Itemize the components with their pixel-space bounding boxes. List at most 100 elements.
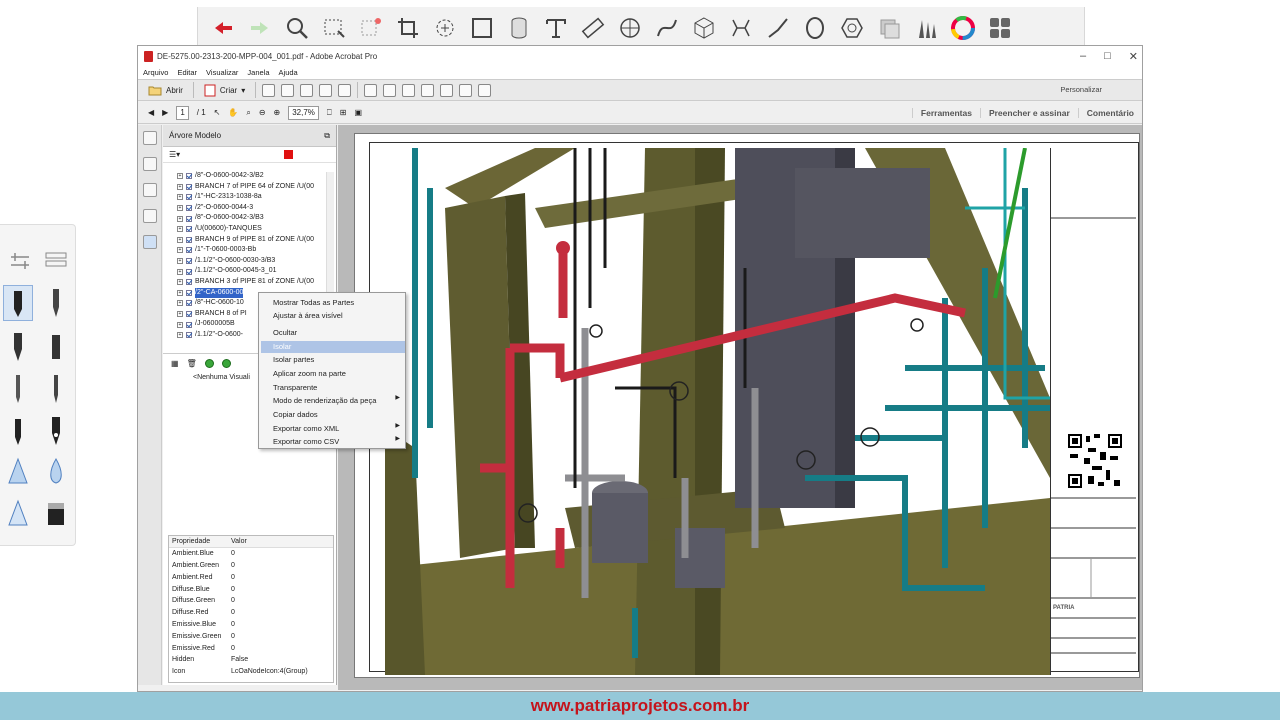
play-icon[interactable] xyxy=(204,358,214,368)
tree-item[interactable]: + /2"-O-0600-0044-3 xyxy=(177,203,327,214)
tree-scrollbar[interactable] xyxy=(326,172,334,292)
visibility-checkbox[interactable] xyxy=(186,173,192,180)
fit-page-icon[interactable]: ⎕ xyxy=(327,108,332,118)
page-number-input[interactable]: 1 xyxy=(176,105,189,120)
expand-icon[interactable]: + xyxy=(177,289,183,296)
attachment-icon[interactable] xyxy=(143,183,157,197)
property-row[interactable]: Emissive.Blue 0 xyxy=(169,619,333,631)
calligraphy-pen-icon[interactable] xyxy=(41,371,71,407)
tree-item[interactable]: + BRANCH 9 of PIPE 81 of ZONE /U(00 xyxy=(177,235,327,246)
search-icon[interactable] xyxy=(284,15,310,41)
zoom-tool-icon[interactable]: ⌕ xyxy=(246,108,250,118)
property-row[interactable]: Ambient.Green 0 xyxy=(169,560,333,572)
visibility-checkbox[interactable] xyxy=(186,183,192,190)
visibility-checkbox[interactable] xyxy=(186,268,192,275)
expand-icon[interactable]: + xyxy=(177,311,183,318)
visibility-checkbox[interactable] xyxy=(186,332,192,339)
context-menu-item[interactable]: Transparente xyxy=(273,381,403,394)
visibility-checkbox[interactable] xyxy=(186,258,192,265)
tree-item[interactable]: + /1"-T-0600-0003-Bb xyxy=(177,245,327,256)
add-view-icon[interactable]: ▦ xyxy=(171,359,179,368)
ruler-icon[interactable] xyxy=(580,15,606,41)
expand-icon[interactable]: + xyxy=(177,215,183,222)
undo-icon[interactable] xyxy=(210,15,236,41)
tree-item[interactable]: + /U(00600)-TANQUES xyxy=(177,224,327,235)
eraser-icon[interactable] xyxy=(876,15,902,41)
cube-icon[interactable] xyxy=(691,15,717,41)
compass-icon[interactable] xyxy=(617,15,643,41)
expand-icon[interactable]: + xyxy=(177,194,183,201)
sign-icon[interactable] xyxy=(459,83,473,97)
context-menu-item[interactable]: Isolar xyxy=(273,340,403,353)
3d-model-view[interactable] xyxy=(385,148,1050,675)
property-row[interactable]: Diffuse.Blue 0 xyxy=(169,583,333,595)
tree-item[interactable]: + /1.1/2"-O-0600-0030-3/B3 xyxy=(177,256,327,267)
brush-pen-icon[interactable] xyxy=(3,329,33,365)
share-icon[interactable] xyxy=(440,83,454,97)
pages-icon[interactable] xyxy=(143,131,157,145)
refresh-icon[interactable] xyxy=(221,358,231,368)
expand-icon[interactable]: + xyxy=(177,279,183,286)
fountain-pen-icon[interactable] xyxy=(41,413,71,449)
layers-icon[interactable] xyxy=(41,243,71,279)
edit-icon[interactable] xyxy=(319,83,333,97)
zoom-in-icon[interactable]: ⊕ xyxy=(274,108,281,117)
visibility-checkbox[interactable] xyxy=(186,247,192,254)
context-menu-item[interactable]: Isolar partes xyxy=(273,353,403,366)
menu-arquivo[interactable]: Arquivo xyxy=(143,68,168,77)
visibility-checkbox[interactable] xyxy=(186,215,192,222)
expand-icon[interactable]: + xyxy=(177,258,183,265)
upload-icon[interactable] xyxy=(281,83,295,97)
comment-link[interactable]: Comentário xyxy=(1077,108,1142,118)
expand-icon[interactable]: + xyxy=(177,268,183,275)
grid-icon[interactable] xyxy=(987,15,1013,41)
tree-options-icon[interactable]: ☰▾ xyxy=(169,150,180,159)
fill-sign-link[interactable]: Preencher e assinar xyxy=(979,108,1078,118)
context-menu-item[interactable]: Aplicar zoom na parte xyxy=(273,367,403,380)
document-area[interactable]: PATRIA xyxy=(338,125,1142,690)
tree-item[interactable]: + /8"-O-0600-0042-3/B2 xyxy=(177,171,327,182)
tree-item[interactable]: + /8"-O-0600-0042-3/B3 xyxy=(177,213,327,224)
print-icon[interactable] xyxy=(300,83,314,97)
signature-icon[interactable] xyxy=(143,209,157,223)
ballpoint-pen-icon[interactable] xyxy=(3,285,33,321)
expand-icon[interactable]: + xyxy=(177,205,183,212)
visibility-checkbox[interactable] xyxy=(186,311,192,318)
minimize-button[interactable]: – xyxy=(1080,50,1086,62)
tree-item[interactable]: + BRANCH 7 of PIPE 64 of ZONE /U(00 xyxy=(177,182,327,193)
fill-icon[interactable] xyxy=(41,495,71,531)
text-icon[interactable] xyxy=(543,15,569,41)
property-row[interactable]: Ambient.Blue 0 xyxy=(169,548,333,560)
property-row[interactable]: Ambient.Red 0 xyxy=(169,571,333,583)
menu-editar[interactable]: Editar xyxy=(177,68,197,77)
context-menu-item[interactable]: Ocultar xyxy=(273,326,403,339)
visibility-checkbox[interactable] xyxy=(186,321,192,328)
visibility-checkbox[interactable] xyxy=(186,205,192,212)
ink-pen-icon[interactable] xyxy=(3,413,33,449)
open-button[interactable]: Abrir xyxy=(144,81,187,99)
context-menu-item[interactable]: Ajustar à área visível xyxy=(273,309,403,322)
highlight-icon[interactable] xyxy=(402,83,416,97)
property-row[interactable]: Emissive.Green 0 xyxy=(169,630,333,642)
blur-drop-icon[interactable] xyxy=(41,453,71,489)
context-menu-item[interactable]: Mostrar Todas as Partes xyxy=(273,296,403,309)
visibility-checkbox[interactable] xyxy=(186,300,192,307)
snapshot-icon[interactable]: ▣ xyxy=(354,108,362,117)
zoom-input[interactable]: 32,7% xyxy=(288,105,319,120)
menu-janela[interactable]: Janela xyxy=(247,68,269,77)
visibility-checkbox[interactable] xyxy=(186,226,192,233)
expand-icon[interactable]: + xyxy=(177,236,183,243)
background-color-swatch[interactable] xyxy=(284,150,294,159)
fine-pen-icon[interactable] xyxy=(41,285,71,321)
redo-icon[interactable] xyxy=(247,15,273,41)
create-button[interactable]: Criar ▾ xyxy=(200,81,249,99)
tree-item[interactable]: + BRANCH 3 of PIPE 81 of ZONE /U(00 xyxy=(177,277,327,288)
comment-icon[interactable] xyxy=(383,83,397,97)
maximize-button[interactable]: □ xyxy=(1104,50,1111,62)
visibility-checkbox[interactable] xyxy=(186,194,192,201)
visibility-checkbox[interactable] xyxy=(186,279,192,286)
tools-link[interactable]: Ferramentas xyxy=(911,108,980,118)
expand-icon[interactable]: + xyxy=(177,173,183,180)
hand-tool-icon[interactable]: ✋ xyxy=(228,108,238,117)
menu-ajuda[interactable]: Ajuda xyxy=(279,68,298,77)
